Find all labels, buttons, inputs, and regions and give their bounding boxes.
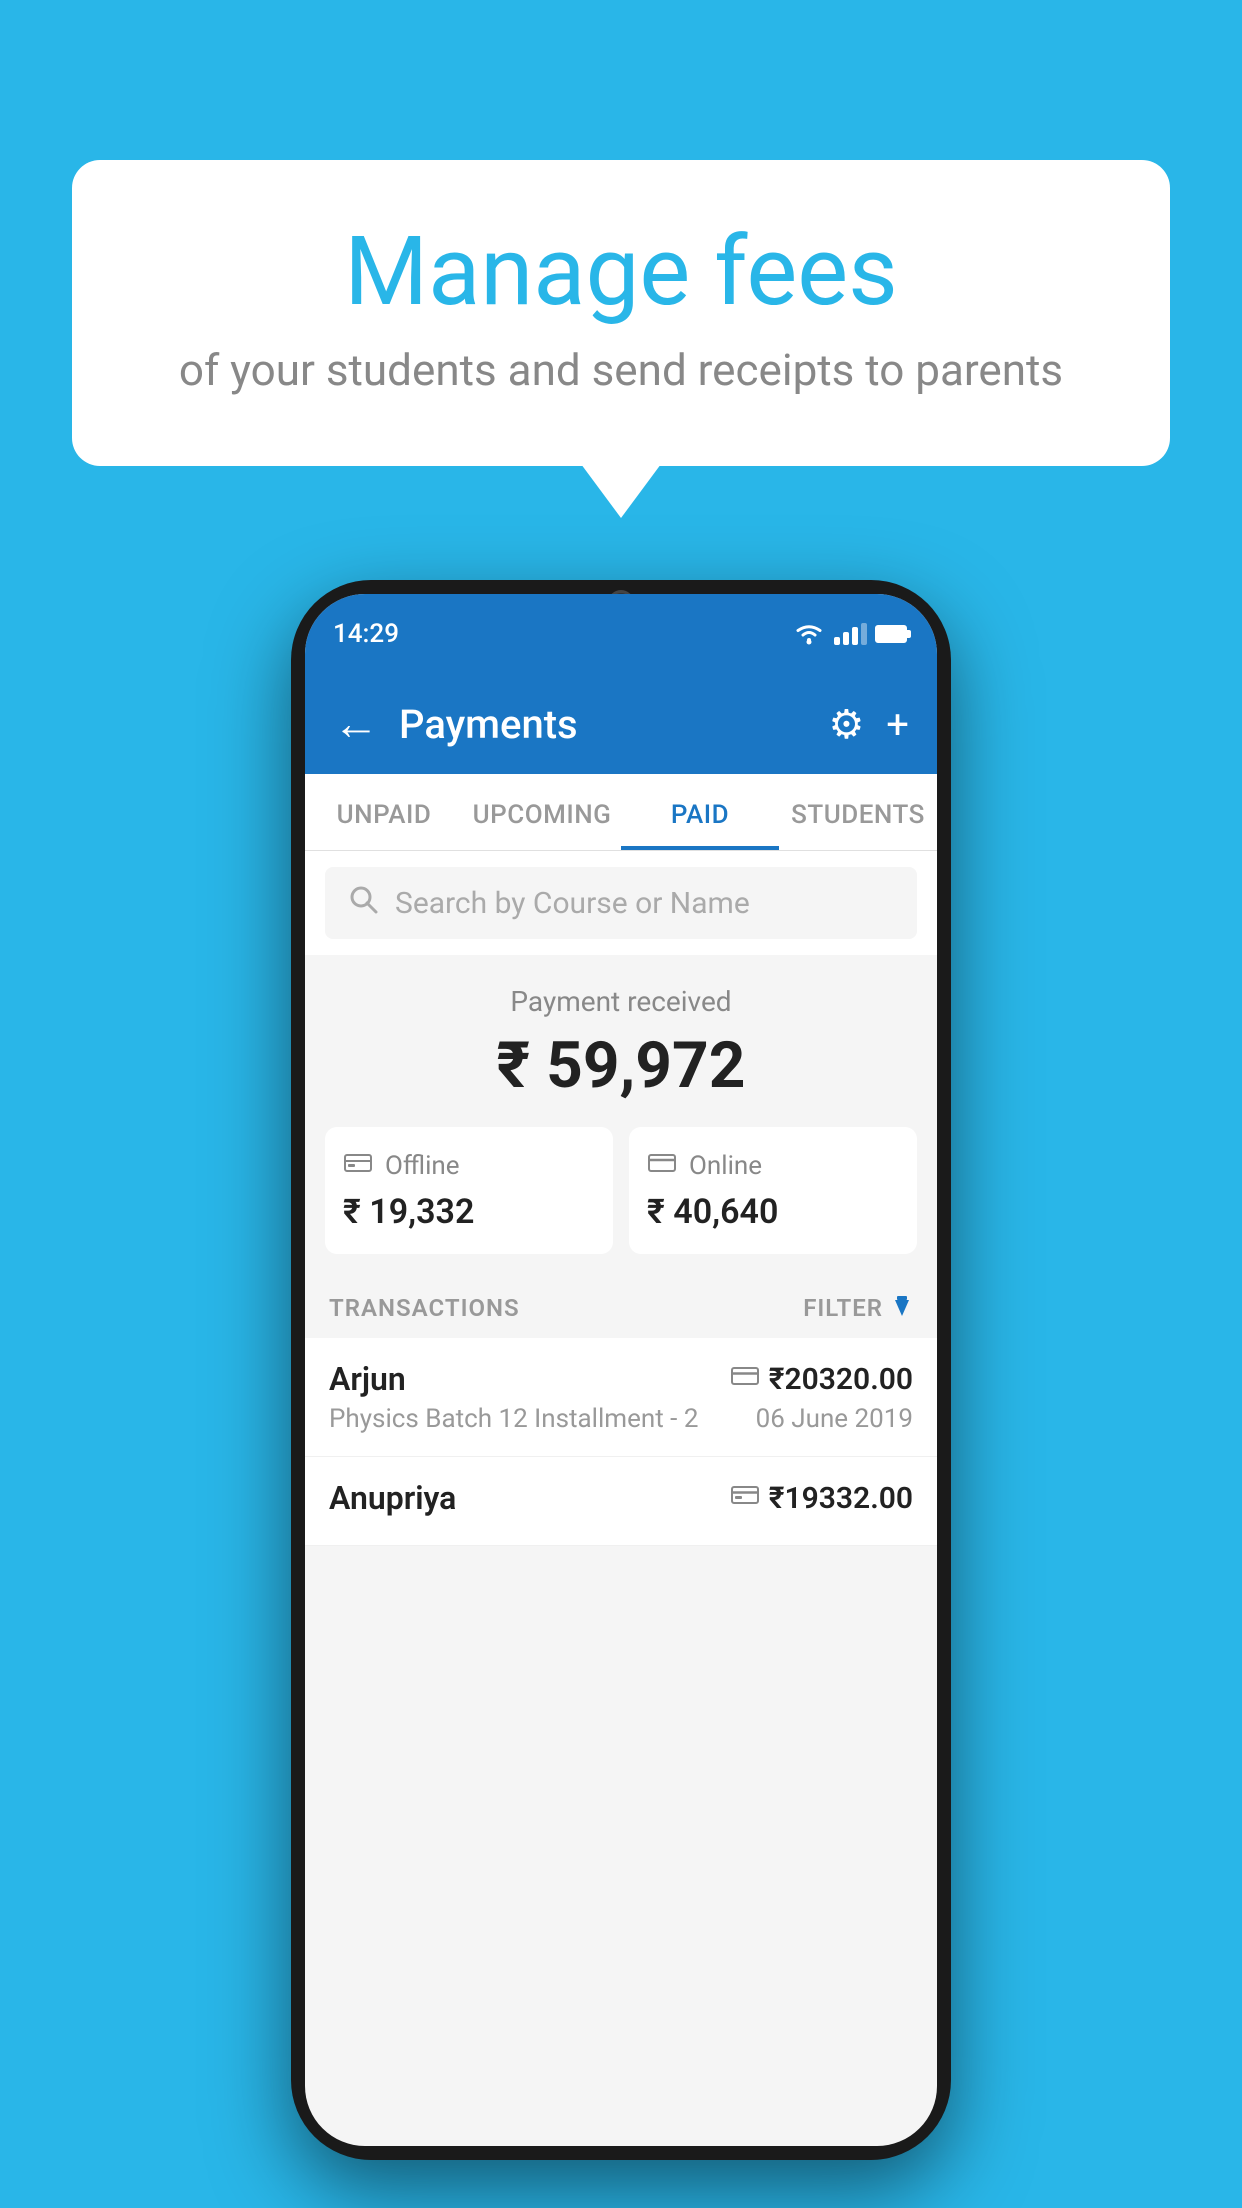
online-card-header: Online <box>647 1149 899 1182</box>
transaction-list: Arjun ₹20320.00 Physics <box>305 1338 937 1546</box>
payment-total: ₹ 59,972 <box>325 1028 917 1103</box>
transaction-course: Physics Batch 12 Installment - 2 <box>329 1404 698 1434</box>
filter-button[interactable]: FILTER <box>803 1294 913 1322</box>
transactions-label: TRANSACTIONS <box>329 1294 520 1322</box>
payment-type-icon <box>731 1364 759 1394</box>
tabs-bar: UNPAID UPCOMING PAID STUDENTS <box>305 774 937 851</box>
payment-received-label: Payment received <box>325 985 917 1018</box>
add-icon[interactable]: + <box>886 701 909 748</box>
phone-outer: 14:29 <box>291 580 951 2160</box>
transaction-row-bottom: Physics Batch 12 Installment - 2 06 June… <box>329 1404 913 1434</box>
offline-card-header: Offline <box>343 1149 595 1182</box>
offline-card: Offline ₹ 19,332 <box>325 1127 613 1254</box>
transactions-header: TRANSACTIONS FILTER <box>305 1274 937 1338</box>
online-icon <box>647 1149 677 1182</box>
transaction-row-top: Anupriya ₹19332.00 <box>329 1479 913 1517</box>
offline-icon <box>343 1149 373 1182</box>
transaction-row-top: Arjun ₹20320.00 <box>329 1360 913 1398</box>
phone-screen: 14:29 <box>305 594 937 2146</box>
tab-paid[interactable]: PAID <box>621 774 779 850</box>
back-button[interactable]: ← <box>333 701 379 747</box>
tab-students[interactable]: STUDENTS <box>779 774 937 850</box>
page-title: Payments <box>399 701 808 748</box>
filter-text: FILTER <box>803 1294 883 1322</box>
status-bar: 14:29 <box>305 594 937 674</box>
transaction-amount: ₹20320.00 <box>769 1362 913 1397</box>
tab-unpaid[interactable]: UNPAID <box>305 774 463 850</box>
signal-icon <box>834 623 867 645</box>
bubble-subtitle: of your students and send receipts to pa… <box>152 344 1090 396</box>
transaction-amount-wrapper: ₹20320.00 <box>731 1362 913 1397</box>
payment-type-icon <box>731 1483 759 1513</box>
speech-bubble: Manage fees of your students and send re… <box>72 160 1170 466</box>
bubble-title: Manage fees <box>152 220 1090 326</box>
payment-summary: Payment received ₹ 59,972 <box>305 955 937 1274</box>
table-row[interactable]: Arjun ₹20320.00 Physics <box>305 1338 937 1457</box>
online-label: Online <box>689 1151 762 1181</box>
phone-mockup: 14:29 <box>291 580 951 2160</box>
speech-bubble-container: Manage fees of your students and send re… <box>72 160 1170 466</box>
offline-amount: ₹ 19,332 <box>343 1192 595 1232</box>
table-row[interactable]: Anupriya ₹19332.00 <box>305 1457 937 1546</box>
transaction-date: 06 June 2019 <box>756 1404 913 1434</box>
payment-cards: Offline ₹ 19,332 <box>325 1127 917 1254</box>
settings-icon[interactable]: ⚙ <box>828 701 864 748</box>
battery-icon <box>875 625 907 643</box>
search-bar[interactable]: Search by Course or Name <box>325 867 917 939</box>
search-container: Search by Course or Name <box>305 851 937 955</box>
online-card: Online ₹ 40,640 <box>629 1127 917 1254</box>
online-amount: ₹ 40,640 <box>647 1192 899 1232</box>
header-actions: ⚙ + <box>828 701 909 748</box>
tab-upcoming[interactable]: UPCOMING <box>463 774 621 850</box>
transaction-name: Arjun <box>329 1360 406 1398</box>
transaction-name: Anupriya <box>329 1479 456 1517</box>
search-input[interactable]: Search by Course or Name <box>395 886 750 921</box>
app-header: ← Payments ⚙ + <box>305 674 937 774</box>
transaction-amount: ₹19332.00 <box>769 1481 913 1516</box>
filter-icon <box>891 1294 913 1322</box>
status-icons <box>792 622 907 646</box>
wifi-icon <box>792 622 826 646</box>
search-icon <box>347 883 379 923</box>
status-time: 14:29 <box>333 619 399 649</box>
offline-label: Offline <box>385 1151 460 1181</box>
transaction-amount-wrapper: ₹19332.00 <box>731 1481 913 1516</box>
